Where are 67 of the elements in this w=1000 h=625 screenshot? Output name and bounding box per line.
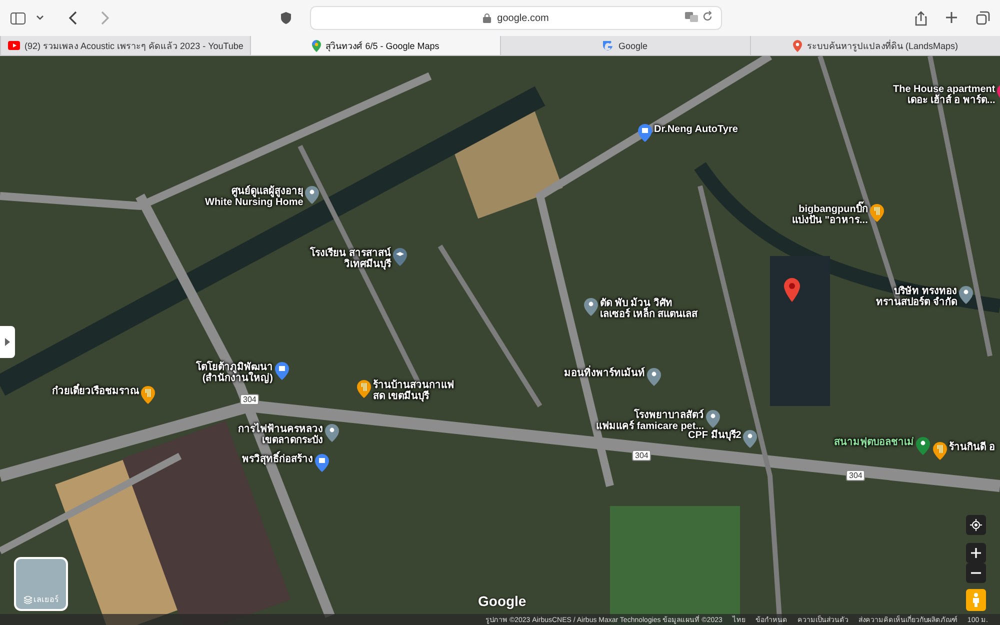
layers-label: เลเยอร์: [34, 594, 58, 606]
place-label[interactable]: บริษัท ทรงทอง ทรานสปอร์ต จำกัด: [876, 286, 957, 308]
place-label[interactable]: ศูนย์ดูแลผู้สูงอายุ White Nursing Home: [205, 186, 304, 208]
place-pin-icon[interactable]: [743, 430, 758, 448]
place-label[interactable]: Dr.Neng AutoTyre: [654, 124, 738, 135]
plus-icon: [971, 548, 981, 558]
place-label[interactable]: สนามฟุตบอลชาเม่: [834, 437, 914, 448]
place-label[interactable]: มอนทิ่งพาร์ทเม้นท์: [564, 368, 645, 379]
place-pin-icon[interactable]: [958, 286, 973, 304]
place-pin-icon[interactable]: [647, 368, 661, 386]
chevron-down-icon[interactable]: [36, 15, 44, 21]
place-pin-icon[interactable]: [305, 186, 320, 204]
share-icon[interactable]: [915, 10, 927, 26]
plus-icon[interactable]: [945, 10, 958, 24]
zoom-in-button[interactable]: [966, 543, 986, 563]
place-label[interactable]: การไฟฟ้านครหลวง เขตลาดกระบัง: [238, 424, 323, 446]
place-label[interactable]: ตัด พับ ม้วน วิศัท เลเซอร์ เหล็ก สแตนเลส: [600, 298, 698, 320]
my-location-button[interactable]: [966, 515, 986, 535]
map-pin-icon: [792, 40, 802, 52]
place-pin-icon[interactable]: [706, 410, 720, 428]
shopping-bag-pin-icon[interactable]: [638, 124, 652, 142]
map-pin-icon: [312, 40, 321, 52]
dropped-pin-icon: [784, 278, 800, 302]
fork-knife-pin-icon[interactable]: [870, 204, 884, 222]
fork-knife-pin-icon[interactable]: [357, 380, 371, 398]
place-label[interactable]: The House apartment เดอะ เฮ้าส์ อ พาร์ต...: [893, 84, 996, 106]
browser-tab[interactable]: Google: [500, 36, 750, 55]
place-label[interactable]: ร้านกินดี อ: [949, 442, 995, 453]
g-logo-icon: [603, 40, 614, 50]
route-shield: 304: [846, 470, 866, 481]
route-shield: 304: [632, 450, 652, 461]
crosshair-icon: [970, 519, 982, 531]
shopping-bag-pin-icon[interactable]: [275, 362, 289, 380]
graduation-cap-pin-icon[interactable]: [392, 248, 407, 266]
reload-icon[interactable]: [702, 11, 713, 22]
route-shield: 304: [240, 394, 260, 405]
sidebar-icon[interactable]: [10, 12, 26, 24]
shopping-bag-pin-icon[interactable]: [315, 454, 329, 472]
address-text: google.com: [497, 12, 549, 24]
shield-icon[interactable]: [280, 11, 292, 25]
place-pin-icon[interactable]: [325, 424, 339, 442]
caret-icon: [5, 338, 10, 346]
place-label[interactable]: CPF มีนบุรี2: [688, 430, 742, 441]
collapse-panel-button[interactable]: [0, 326, 15, 358]
video-play-icon: [8, 41, 20, 50]
street-view-button[interactable]: [966, 589, 986, 611]
browser-tab[interactable]: สุวินทวงศ์ 6/5 - Google Maps: [250, 36, 500, 55]
fork-knife-pin-icon[interactable]: [141, 386, 155, 404]
fork-knife-pin-icon[interactable]: [933, 442, 947, 460]
zoom-out-button[interactable]: [966, 563, 986, 583]
person-icon: [972, 593, 980, 607]
translate-icon[interactable]: [685, 11, 698, 23]
place-label[interactable]: โรงเรียน สารสาสน์ วิเทศมีนบุรี: [310, 248, 391, 270]
browser-tab[interactable]: ระบบค้นหารูปแปลงที่ดิน (LandsMaps): [750, 36, 1000, 55]
place-pin-icon[interactable]: [916, 437, 930, 455]
place-label[interactable]: โรงพยาบาลสัตว์ แฟมแคร์ famicare pet...: [596, 410, 704, 432]
back-icon[interactable]: [68, 11, 78, 25]
minus-icon: [971, 572, 981, 574]
lock-icon: [483, 13, 492, 23]
place-pin-icon[interactable]: [584, 298, 598, 316]
map-logo: Google: [478, 593, 526, 609]
place-label[interactable]: ก๋วยเตี๋ยวเรือชมราณ: [52, 386, 139, 397]
tabs-overview-icon[interactable]: [976, 10, 990, 24]
place-label[interactable]: โตโยต้าภูมิพัฒนา (สำนักงานใหญ่): [196, 362, 273, 384]
place-label[interactable]: ร้านบ้านสวนกาแฟ สด เขตมีนบุรี: [373, 380, 454, 402]
layers-icon: [24, 596, 32, 604]
address-bar[interactable]: google.com: [310, 6, 722, 30]
